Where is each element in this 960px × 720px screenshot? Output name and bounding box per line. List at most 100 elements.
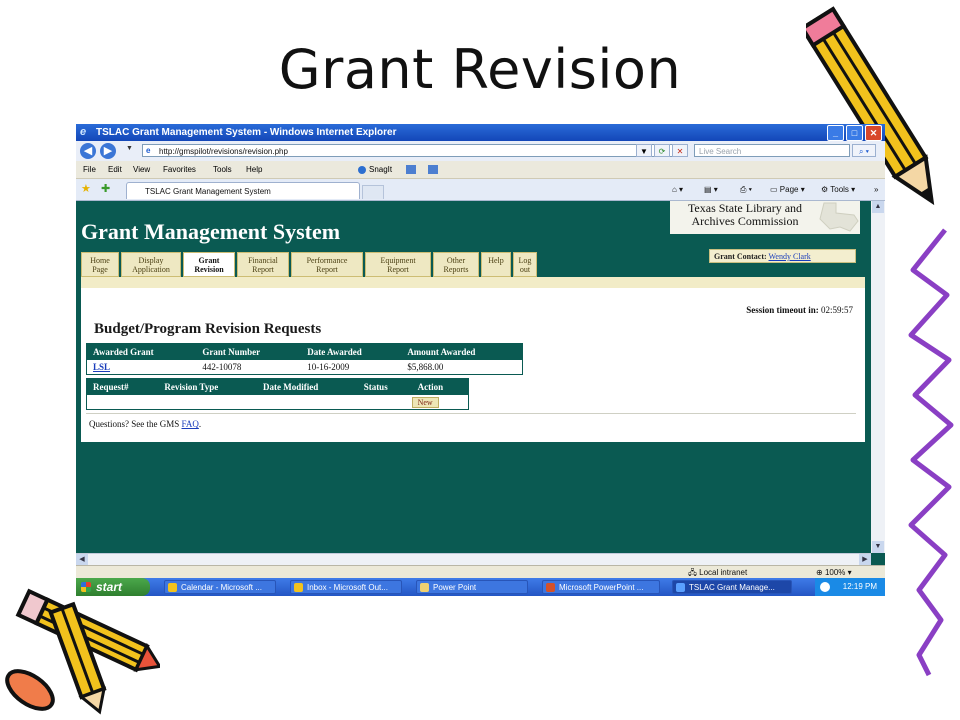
column-header: Grant Number <box>196 343 302 360</box>
menu-help[interactable]: Help <box>246 161 262 178</box>
taskbar-item-inbox[interactable]: Inbox - Microsoft Out... <box>290 580 402 594</box>
feeds-icon[interactable]: ▤ ▾ <box>704 179 718 200</box>
status-bar: 🖧 Local intranet ⊕ 100% ▾ <box>76 565 885 579</box>
column-header: Awarded Grant <box>86 343 197 360</box>
menu-view[interactable]: View <box>133 161 150 178</box>
nav-financial-report-l1: Financial <box>248 256 278 265</box>
search-button[interactable]: ⌕ ▾ <box>852 144 876 157</box>
column-header: Amount Awarded <box>401 343 523 360</box>
awarded-grants-table: Awarded Grant Grant Number Date Awarded … <box>86 343 523 375</box>
toolbar-overflow-icon[interactable]: » <box>874 179 878 200</box>
column-header: Status <box>357 378 412 395</box>
menu-edit[interactable]: Edit <box>108 161 122 178</box>
vertical-scrollbar[interactable]: ▲ ▼ <box>871 201 885 553</box>
taskbar-item-power-point-folder[interactable]: Power Point <box>416 580 528 594</box>
agency-name: Texas State Library and Archives Commiss… <box>687 201 803 228</box>
back-button[interactable]: ◀ <box>80 143 96 159</box>
new-request-button[interactable]: New <box>411 396 439 408</box>
folder-icon <box>420 583 429 592</box>
menu-tools[interactable]: Tools <box>213 161 232 178</box>
browser-screenshot: e TSLAC Grant Management System - Window… <box>76 124 885 596</box>
column-header: Revision Type <box>158 378 258 395</box>
browser-tab[interactable]: TSLAC Grant Management System <box>126 182 360 199</box>
table-cell <box>257 395 358 410</box>
snagit-button[interactable]: SnagIt <box>358 161 392 178</box>
maximize-button[interactable]: □ <box>846 125 863 141</box>
page-menu[interactable]: ▭ Page ▾ <box>770 179 805 200</box>
nav-help-l1: Help <box>488 256 504 265</box>
texas-map-icon <box>819 202 859 232</box>
nav-display-application[interactable]: Display Application <box>121 252 181 277</box>
snagit-capture-icon[interactable] <box>406 165 416 174</box>
grant-link[interactable]: LSL <box>93 362 110 372</box>
nav-equipment-report[interactable]: Equipment Report <box>365 252 431 277</box>
main-panel: Session timeout in: 02:59:57 Budget/Prog… <box>81 288 865 442</box>
nav-display-application-l2: Application <box>132 265 170 274</box>
snagit-window-icon[interactable] <box>428 165 438 174</box>
menu-file[interactable]: File <box>83 161 96 178</box>
session-timeout-value: 02:59:57 <box>820 305 853 315</box>
table-cell <box>358 395 412 410</box>
scroll-up-icon[interactable]: ▲ <box>872 201 884 213</box>
minimize-button[interactable]: _ <box>827 125 844 141</box>
grant-contact-link[interactable]: Wendy Clark <box>769 252 811 261</box>
session-timeout: Session timeout in: 02:59:57 <box>746 305 853 315</box>
address-dropdown-button[interactable]: ▼ <box>636 144 652 157</box>
search-input[interactable]: Live Search <box>694 144 850 157</box>
nav-log-out[interactable]: Log out <box>513 252 537 277</box>
taskbar: start Calendar - Microsoft ... Inbox - M… <box>76 578 885 596</box>
taskbar-item-powerpoint[interactable]: Microsoft PowerPoint ... <box>542 580 660 594</box>
home-icon[interactable]: ⌂ ▾ <box>672 179 683 200</box>
table-cell: New <box>411 395 469 410</box>
taskbar-item-calendar[interactable]: Calendar - Microsoft ... <box>164 580 276 594</box>
tray-icon[interactable] <box>820 582 830 592</box>
add-favorites-icon[interactable]: ✚ <box>101 182 110 195</box>
page-title: Grant Management System <box>81 219 341 244</box>
tab-bar: ★ ✚ e TSLAC Grant Management System ⌂ ▾ … <box>76 179 885 201</box>
divider <box>86 413 856 414</box>
history-dropdown-icon[interactable]: ▼ <box>126 145 133 152</box>
nav-home-page-l1: Home <box>90 256 110 265</box>
faq-line: Questions? See the GMS FAQ. <box>89 419 201 429</box>
windows-flag-icon <box>81 582 91 592</box>
outlook-icon <box>168 583 177 592</box>
nav-financial-report-l2: Report <box>252 265 274 274</box>
refresh-button[interactable]: ⟳ <box>654 144 670 157</box>
close-button[interactable]: ✕ <box>865 125 882 141</box>
nav-log-out-l1: Log <box>518 256 532 265</box>
ie-icon <box>676 583 685 592</box>
outlook-icon <box>294 583 303 592</box>
page-content: Grant Management System Texas State Libr… <box>76 201 871 553</box>
menu-favorites[interactable]: Favorites <box>163 161 196 178</box>
new-tab-button[interactable] <box>362 185 384 199</box>
nav-performance-report-l1: Performance <box>306 256 348 265</box>
faq-link[interactable]: FAQ <box>182 419 199 429</box>
table-cell: LSL <box>87 360 197 375</box>
nav-help[interactable]: Help <box>481 252 511 277</box>
address-bar[interactable]: http://gmspilot/revisions/revision.php <box>142 144 674 157</box>
ie-logo-icon: e <box>80 126 87 138</box>
favorites-star-icon[interactable]: ★ <box>81 182 91 195</box>
nav-other-reports[interactable]: Other Reports <box>433 252 479 277</box>
nav-grant-revision[interactable]: Grant Revision <box>183 252 235 277</box>
table-cell: 442-10078 <box>202 362 242 372</box>
nav-grant-revision-l2: Revision <box>194 265 224 274</box>
print-icon[interactable]: ⎙ ▾ <box>740 179 752 200</box>
clock: 12:19 PM <box>842 582 877 591</box>
forward-button[interactable]: ▶ <box>100 143 116 159</box>
stop-button[interactable]: ✕ <box>672 144 688 157</box>
table-row: LSL 442-10078 10-16-2009 $5,868.00 <box>87 360 523 375</box>
taskbar-item-tslac[interactable]: TSLAC Grant Manage... <box>672 580 792 594</box>
start-button[interactable]: start <box>76 578 150 596</box>
table-cell <box>158 395 257 410</box>
nav-financial-report[interactable]: Financial Report <box>237 252 289 277</box>
nav-home-page[interactable]: Home Page <box>81 252 119 277</box>
scroll-down-icon[interactable]: ▼ <box>872 541 884 553</box>
table-cell: $5,868.00 <box>407 362 444 372</box>
taskbar-item-label: TSLAC Grant Manage... <box>689 583 775 592</box>
column-header: Action <box>411 378 469 395</box>
tools-menu[interactable]: ⚙ Tools ▾ <box>821 179 855 200</box>
nav-performance-report[interactable]: Performance Report <box>291 252 363 277</box>
snagit-icon <box>358 165 366 174</box>
tools-menu-label: Tools <box>830 185 849 194</box>
